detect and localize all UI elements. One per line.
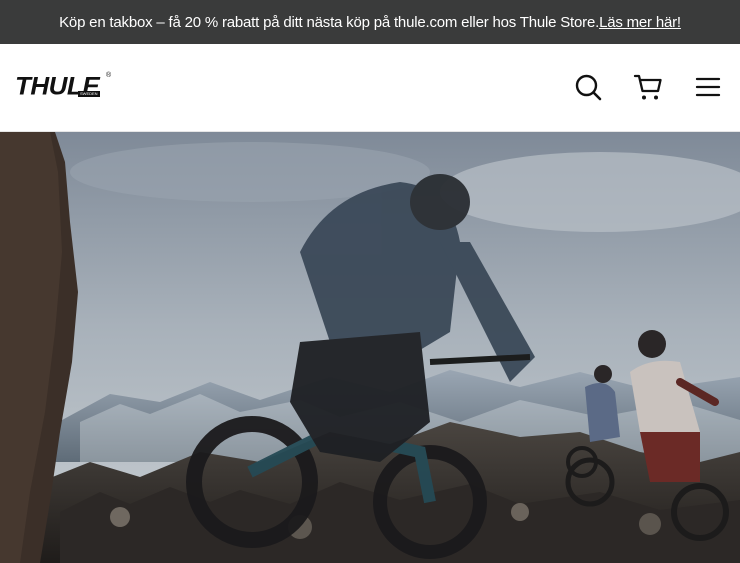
cart-button[interactable] — [631, 70, 665, 104]
hero-mountain-bike-scene — [0, 132, 740, 563]
promo-bar: Köp en takbox – få 20 % rabatt på ditt n… — [0, 0, 740, 44]
cart-icon — [633, 74, 662, 100]
menu-icon — [695, 77, 721, 97]
promo-read-more-link[interactable]: Läs mer här! — [599, 14, 681, 31]
logo-registered-mark: ® — [106, 72, 112, 79]
site-header: THULE SWEDEN ® — [0, 44, 740, 132]
logo-sweden-badge: SWEDEN — [78, 91, 100, 97]
hero-video-image[interactable] — [0, 132, 740, 563]
thule-logo[interactable]: THULE SWEDEN ® — [15, 72, 115, 101]
menu-button[interactable] — [691, 70, 725, 104]
promo-text: Köp en takbox – få 20 % rabatt på ditt n… — [59, 13, 600, 31]
search-icon — [575, 74, 602, 101]
search-button[interactable] — [571, 70, 605, 104]
